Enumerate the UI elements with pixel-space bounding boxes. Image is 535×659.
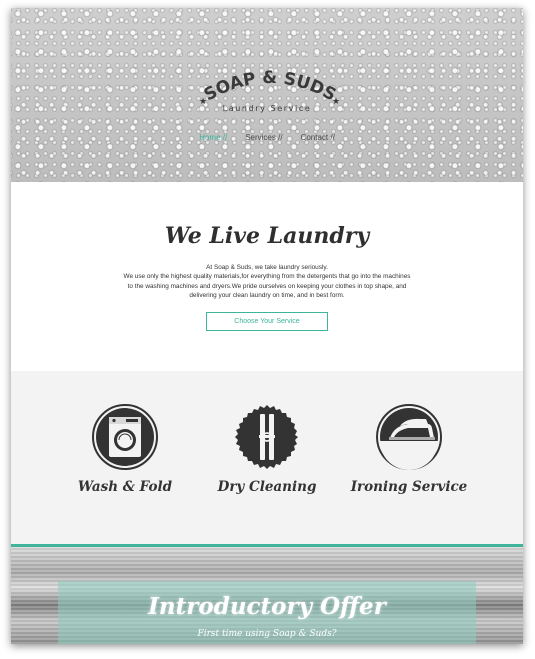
nav-contact[interactable]: Contact // xyxy=(301,133,335,142)
service-dry-cleaning[interactable]: Dry Cleaning xyxy=(192,404,342,495)
logo[interactable]: SOAP & SUDS ★ ★ xyxy=(196,63,344,123)
intro-paragraph: At Soap & Suds, we take laundry seriousl… xyxy=(123,264,411,300)
page-frame: SOAP & SUDS ★ ★ Laundry Service Home // … xyxy=(11,8,523,644)
service-dry-cleaning-label: Dry Cleaning xyxy=(217,479,317,495)
washing-machine-icon xyxy=(92,404,158,470)
choose-service-button[interactable]: Choose Your Service xyxy=(206,312,328,331)
service-wash-fold[interactable]: Wash & Fold xyxy=(50,404,200,495)
service-ironing-label: Ironing Service xyxy=(350,479,468,495)
offer-heading: Introductory Offer xyxy=(148,593,386,620)
nav-home[interactable]: Home // xyxy=(199,133,227,142)
nav-services[interactable]: Services // xyxy=(245,133,282,142)
logo-title: SOAP & SUDS xyxy=(201,68,339,105)
service-wash-fold-label: Wash & Fold xyxy=(77,479,173,495)
intro-section: We Live Laundry At Soap & Suds, we take … xyxy=(11,182,523,371)
offer-subheading[interactable]: First time using Soap & Suds? xyxy=(11,629,523,639)
offer-section: Introductory Offer First time using Soap… xyxy=(11,547,523,644)
hero-header: SOAP & SUDS ★ ★ Laundry Service Home // … xyxy=(11,8,523,182)
iron-icon xyxy=(376,404,442,470)
logo-tagline: Laundry Service xyxy=(222,104,312,113)
service-ironing[interactable]: Ironing Service xyxy=(334,404,484,495)
intro-heading: We Live Laundry xyxy=(164,223,370,249)
main-nav: Home // Services // Contact // xyxy=(11,133,523,142)
services-section: Wash & Fold Dry Cleaning Ironing Service xyxy=(11,371,523,544)
clothespin-icon xyxy=(234,404,300,470)
